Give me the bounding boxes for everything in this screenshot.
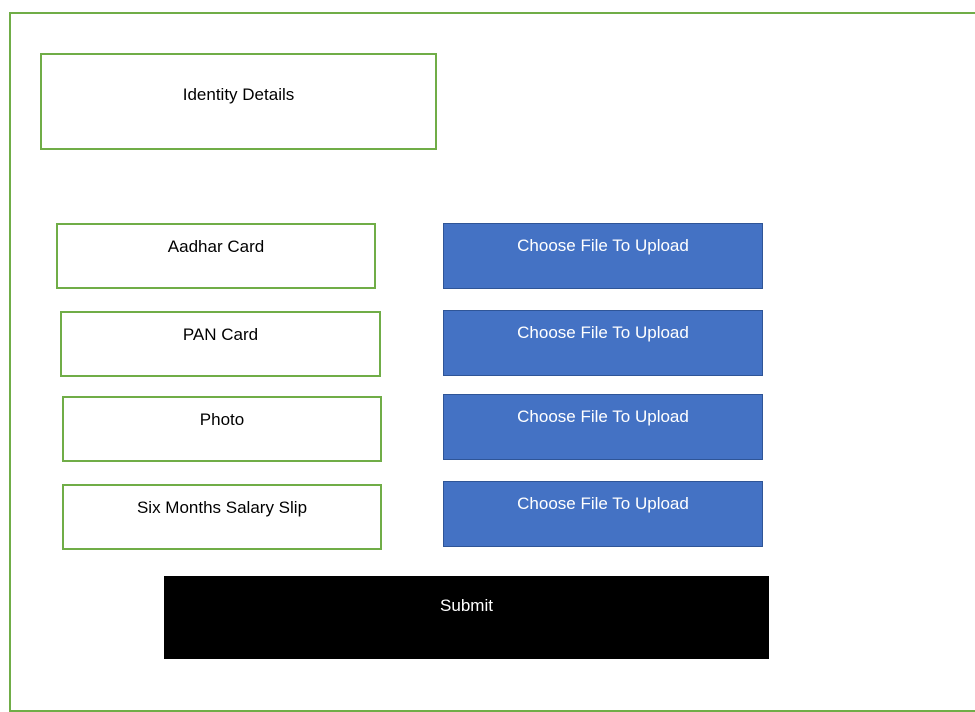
doc-label-aadhar: Aadhar Card	[56, 223, 376, 289]
submit-button[interactable]: Submit	[164, 576, 769, 659]
upload-button-aadhar[interactable]: Choose File To Upload	[443, 223, 763, 289]
doc-label-salary-slip: Six Months Salary Slip	[62, 484, 382, 550]
upload-button-label: Choose File To Upload	[517, 323, 689, 342]
upload-button-label: Choose File To Upload	[517, 236, 689, 255]
upload-button-pan[interactable]: Choose File To Upload	[443, 310, 763, 376]
upload-button-label: Choose File To Upload	[517, 494, 689, 513]
doc-label-text: Six Months Salary Slip	[136, 498, 308, 517]
section-title: Identity Details	[182, 85, 295, 104]
upload-button-label: Choose File To Upload	[517, 407, 689, 426]
doc-label-pan: PAN Card	[60, 311, 381, 377]
upload-button-photo[interactable]: Choose File To Upload	[443, 394, 763, 460]
doc-label-text: Photo	[199, 410, 245, 429]
doc-label-text: PAN Card	[182, 325, 259, 344]
doc-label-text: Aadhar Card	[167, 237, 265, 256]
section-header: Identity Details	[40, 53, 437, 150]
doc-label-photo: Photo	[62, 396, 382, 462]
submit-button-label: Submit	[440, 596, 493, 615]
upload-button-salary-slip[interactable]: Choose File To Upload	[443, 481, 763, 547]
